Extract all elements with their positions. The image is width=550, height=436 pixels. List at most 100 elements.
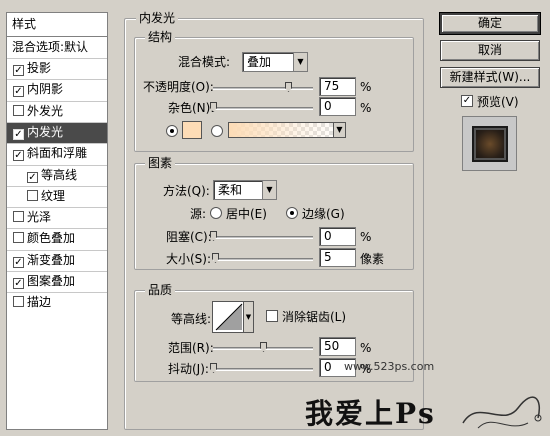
choke-label: 阻塞(C):: [166, 230, 212, 244]
style-item[interactable]: 光泽: [7, 207, 107, 228]
range-input[interactable]: 50: [319, 337, 356, 356]
style-item[interactable]: 外发光: [7, 101, 107, 122]
style-item-label: 内阴影: [27, 82, 64, 97]
divider: [7, 143, 107, 145]
style-item-label: 外发光: [27, 103, 64, 118]
source-center-radio[interactable]: [210, 207, 222, 219]
style-item-label: 图案叠加: [27, 274, 76, 288]
style-item-label: 纹理: [41, 188, 66, 203]
opacity-input[interactable]: 75: [319, 77, 356, 96]
chevron-down-icon: ▼: [333, 123, 345, 137]
chevron-down-icon: ▼: [262, 181, 276, 199]
style-item[interactable]: 纹理: [7, 186, 107, 207]
preview-label[interactable]: 预览(V): [477, 95, 519, 109]
style-item[interactable]: ✓ 等高线: [7, 165, 107, 186]
style-item-checkbox[interactable]: [13, 211, 24, 223]
source-label: 源:: [190, 207, 207, 221]
gradient-radio[interactable]: [211, 125, 223, 137]
style-item-checkbox[interactable]: ✓: [27, 171, 38, 183]
divider: [7, 121, 107, 123]
noise-slider-track[interactable]: [213, 107, 313, 110]
style-item-label: 内发光: [27, 124, 64, 139]
style-item-checkbox[interactable]: [13, 232, 24, 244]
glow-color-swatch[interactable]: [182, 121, 202, 139]
size-label: 大小(S):: [166, 252, 212, 266]
blend-mode-select[interactable]: 叠加 ▼: [242, 52, 308, 72]
elements-title: 图素: [145, 156, 176, 170]
blend-mode-value: 叠加: [247, 55, 272, 69]
style-item[interactable]: ✓ 斜面和浮雕: [7, 143, 107, 164]
contour-label: 等高线:: [171, 312, 212, 326]
divider: [7, 58, 107, 59]
divider: [7, 292, 107, 294]
size-pixels-unit: 像素: [360, 252, 385, 266]
style-item[interactable]: ✓ 渐变叠加: [7, 250, 107, 271]
style-item[interactable]: 描边: [7, 292, 107, 313]
jitter-slider-track[interactable]: [213, 368, 313, 371]
choke-percent: %: [360, 230, 372, 244]
style-item-checkbox[interactable]: [13, 296, 24, 308]
style-item-checkbox[interactable]: ✓: [13, 256, 24, 268]
method-label: 方法(Q):: [163, 184, 210, 198]
divider: [7, 207, 107, 209]
style-item-checkbox[interactable]: ✓: [13, 65, 24, 76]
style-preview-box: [462, 116, 517, 171]
blend-options-item[interactable]: 混合选项:默认: [7, 37, 107, 58]
style-item[interactable]: ✓ 图案叠加: [7, 271, 107, 292]
divider: [7, 79, 107, 81]
divider: [7, 100, 107, 102]
watermark-url: www.523ps.com: [344, 360, 435, 373]
style-item[interactable]: ✓ 内发光: [7, 121, 107, 143]
opacity-label: 不透明度(O):: [143, 80, 214, 94]
range-percent: %: [360, 341, 372, 355]
source-edge-radio[interactable]: [286, 207, 298, 219]
structure-title: 结构: [145, 30, 176, 44]
anti-alias-checkbox[interactable]: [266, 310, 278, 322]
new-style-button[interactable]: 新建样式(W)...: [440, 67, 540, 88]
color-radio[interactable]: [166, 125, 178, 137]
preview-checkbox[interactable]: ✓: [461, 95, 473, 107]
divider: [7, 271, 107, 272]
style-item-checkbox[interactable]: ✓: [13, 150, 24, 162]
method-select[interactable]: 柔和 ▼: [213, 180, 277, 200]
style-item-checkbox[interactable]: ✓: [13, 278, 24, 289]
swirl-ornament-icon: [462, 396, 542, 429]
style-item-label: 渐变叠加: [27, 252, 76, 267]
inner-glow-title: 内发光: [136, 11, 179, 25]
opacity-percent: %: [360, 80, 372, 94]
style-item[interactable]: ✓ 内阴影: [7, 79, 107, 100]
style-item-label: 描边: [27, 295, 52, 310]
opacity-slider-track[interactable]: [213, 87, 313, 90]
size-slider-track[interactable]: [213, 258, 313, 261]
noise-percent: %: [360, 101, 372, 115]
style-item-checkbox[interactable]: [27, 189, 38, 201]
style-item-checkbox[interactable]: ✓: [13, 86, 24, 98]
divider: [7, 249, 107, 251]
range-label: 范围(R):: [168, 341, 214, 355]
style-item-label: 颜色叠加: [27, 231, 76, 246]
quality-title: 品质: [145, 283, 176, 297]
choke-input[interactable]: 0: [319, 227, 356, 246]
style-item-checkbox[interactable]: ✓: [13, 128, 24, 140]
style-item-label: 光泽: [27, 210, 52, 225]
ok-button[interactable]: 确定: [439, 12, 541, 35]
source-center-label[interactable]: 居中(E): [226, 207, 267, 221]
style-item[interactable]: 颜色叠加: [7, 228, 107, 249]
source-edge-label[interactable]: 边缘(G): [302, 207, 345, 221]
size-input[interactable]: 5: [319, 248, 356, 267]
choke-slider-track[interactable]: [213, 236, 313, 239]
noise-input[interactable]: 0: [319, 97, 356, 116]
gradient-swatch[interactable]: ▼: [228, 122, 346, 138]
divider: [7, 228, 107, 230]
style-item-label: 投影: [27, 61, 52, 75]
styles-list: 样式 混合选项:默认 ✓ 投影 ✓ 内阴影 外发光 ✓ 内发光 ✓ 斜面和浮雕 ✓ 等高线 纹理 光泽颜…: [6, 12, 108, 430]
contour-picker[interactable]: ▼: [212, 301, 254, 333]
chevron-down-icon: ▼: [293, 53, 307, 71]
anti-alias-label[interactable]: 消除锯齿(L): [282, 310, 346, 324]
styles-header: 样式: [7, 13, 107, 37]
noise-label: 杂色(N):: [168, 101, 215, 115]
cancel-button[interactable]: 取消: [440, 40, 540, 61]
chevron-down-icon: ▼: [243, 302, 253, 332]
style-item-checkbox[interactable]: [13, 104, 24, 116]
style-item[interactable]: ✓ 投影: [7, 58, 107, 79]
